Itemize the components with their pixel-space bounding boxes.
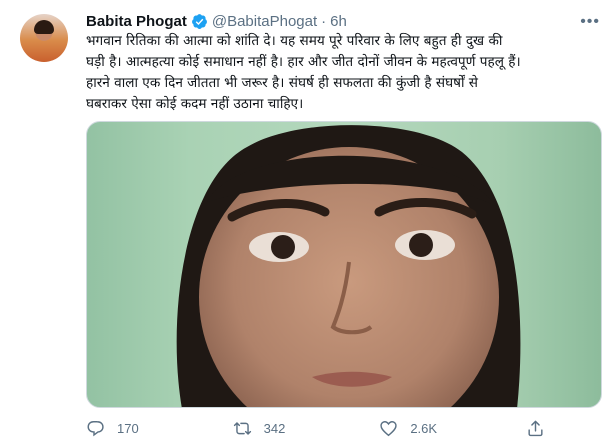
like-button[interactable]: 2.6K <box>379 419 491 438</box>
tweet-photo[interactable] <box>86 121 602 408</box>
tweet-timestamp[interactable]: 6h <box>330 13 347 30</box>
retweet-icon <box>233 421 251 435</box>
author-name[interactable]: Babita Phogat <box>86 13 187 30</box>
portrait-illustration <box>176 125 521 407</box>
avatar[interactable] <box>20 14 68 62</box>
tweet-text: भगवान रितिका की आत्मा को शांति दे। यह सम… <box>86 33 521 112</box>
author-handle[interactable]: @BabitaPhogat <box>212 13 317 30</box>
share-button[interactable] <box>526 419 566 438</box>
verified-badge-icon <box>191 13 208 30</box>
like-count: 2.6K <box>410 420 438 436</box>
reply-icon <box>87 420 104 436</box>
more-options-icon[interactable]: ••• <box>580 13 600 31</box>
share-icon <box>528 420 543 436</box>
reply-button[interactable]: 170 <box>86 419 198 438</box>
like-icon <box>380 420 397 436</box>
tweet-card[interactable]: Babita Phogat @BabitaPhogat · 6h ••• भगव… <box>0 0 614 448</box>
retweet-button[interactable]: 342 <box>233 419 345 438</box>
tweet-actions: 170 342 2.6K <box>86 414 566 442</box>
retweet-count: 342 <box>263 420 286 436</box>
reply-count: 170 <box>117 420 139 436</box>
tweet-header: Babita Phogat @BabitaPhogat · 6h ••• <box>86 11 614 31</box>
separator-dot: · <box>321 12 327 30</box>
